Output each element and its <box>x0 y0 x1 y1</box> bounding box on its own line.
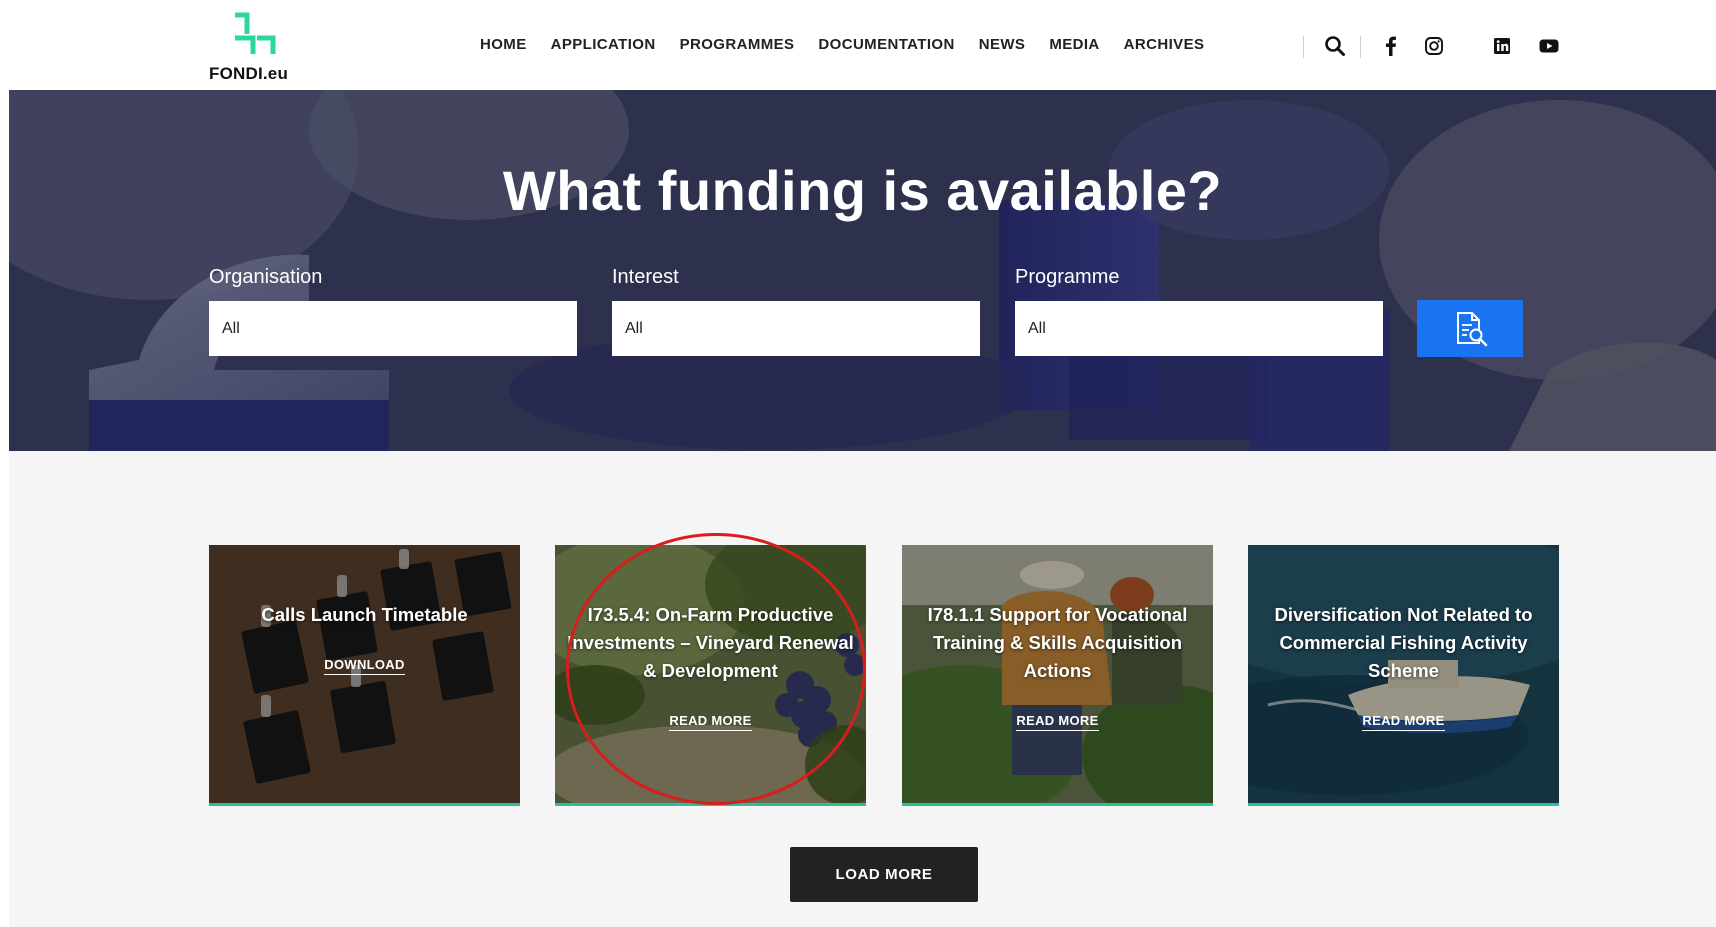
organisation-value: All <box>222 319 240 337</box>
main-nav: HOME APPLICATION PROGRAMMES DOCUMENTATIO… <box>480 36 1204 53</box>
card-fishing-diversification[interactable]: Diversification Not Related to Commercia… <box>1248 545 1559 806</box>
nav-home[interactable]: HOME <box>480 36 527 53</box>
nav-documentation[interactable]: DOCUMENTATION <box>818 36 954 53</box>
instagram-icon[interactable] <box>1423 35 1445 57</box>
card-calls-timetable[interactable]: Calls Launch Timetable DOWNLOAD <box>209 545 520 806</box>
page: FONDI.eu HOME APPLICATION PROGRAMMES DOC… <box>0 0 1716 927</box>
card-link-label: READ MORE <box>1016 713 1099 731</box>
card-link-label: READ MORE <box>669 713 752 731</box>
programme-label: Programme <box>1015 266 1120 288</box>
interest-value: All <box>625 319 643 337</box>
linkedin-icon[interactable] <box>1491 35 1513 57</box>
card-read-more-link[interactable]: READ MORE <box>555 713 866 731</box>
nav-application[interactable]: APPLICATION <box>551 36 656 53</box>
card-read-more-link[interactable]: READ MORE <box>1248 713 1559 731</box>
logo[interactable]: FONDI.eu <box>209 12 299 84</box>
card-read-more-link[interactable]: READ MORE <box>902 713 1213 731</box>
hero-banner: What funding is available? Organisation … <box>9 90 1716 451</box>
facebook-icon[interactable] <box>1380 35 1402 57</box>
card-title: Calls Launch Timetable <box>261 604 468 625</box>
organisation-select[interactable]: All <box>209 301 577 356</box>
site-header: FONDI.eu HOME APPLICATION PROGRAMMES DOC… <box>0 0 1716 90</box>
card-title: I73.5.4: On-Farm Productive Investments … <box>567 604 854 681</box>
interest-label: Interest <box>612 266 679 288</box>
icon-divider <box>1360 36 1361 58</box>
card-vocational-training[interactable]: I78.1.1 Support for Vocational Training … <box>902 545 1213 806</box>
content-section: Calls Launch Timetable DOWNLOAD I73.5.4:… <box>9 451 1716 927</box>
card-title: Diversification Not Related to Commercia… <box>1274 604 1533 681</box>
nav-media[interactable]: MEDIA <box>1049 36 1099 53</box>
interest-select[interactable]: All <box>612 301 980 356</box>
search-icon[interactable] <box>1324 35 1346 57</box>
card-link-label: DOWNLOAD <box>324 657 405 675</box>
programme-select[interactable]: All <box>1015 301 1383 356</box>
logo-text: FONDI.eu <box>209 64 289 83</box>
card-link-label: READ MORE <box>1362 713 1445 731</box>
programme-value: All <box>1028 319 1046 337</box>
nav-programmes[interactable]: PROGRAMMES <box>680 36 795 53</box>
youtube-icon[interactable] <box>1538 35 1560 57</box>
nav-divider <box>1303 36 1304 58</box>
hero-title: What funding is available? <box>502 159 1223 222</box>
nav-news[interactable]: NEWS <box>979 36 1026 53</box>
card-download-link[interactable]: DOWNLOAD <box>209 657 520 675</box>
organisation-label: Organisation <box>209 266 323 288</box>
document-search-icon <box>1457 311 1488 346</box>
logo-mark-icon <box>235 12 276 54</box>
filter-search-button[interactable] <box>1417 300 1523 357</box>
load-more-button[interactable]: LOAD MORE <box>790 847 978 902</box>
nav-archives[interactable]: ARCHIVES <box>1124 36 1205 53</box>
card-vineyard-renewal[interactable]: I73.5.4: On-Farm Productive Investments … <box>555 545 866 806</box>
card-title: I78.1.1 Support for Vocational Training … <box>927 604 1188 681</box>
